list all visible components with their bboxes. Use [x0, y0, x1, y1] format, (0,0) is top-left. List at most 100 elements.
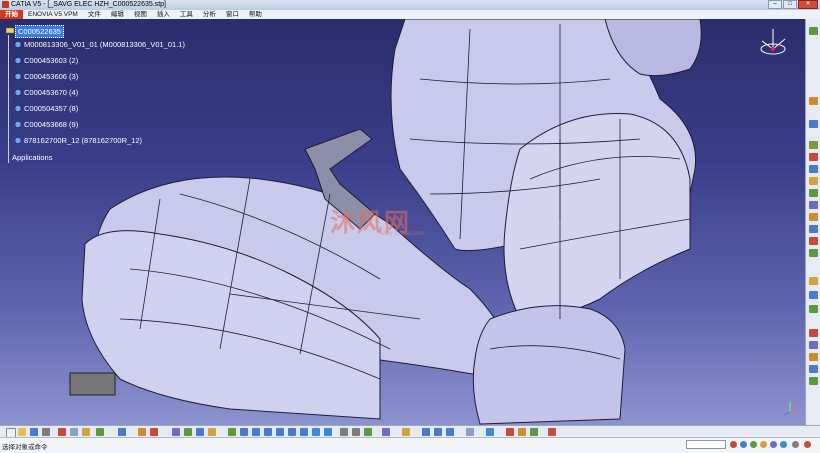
toolbar-tool-icon[interactable] — [809, 120, 818, 128]
status-icon[interactable] — [750, 441, 757, 448]
toolbar-tool-icon[interactable] — [809, 291, 818, 299]
zoom-in-icon[interactable] — [276, 428, 284, 436]
close-button[interactable]: ✕ — [798, 0, 818, 9]
toolbar-tool-icon[interactable] — [809, 189, 818, 197]
toolbar-tool-icon[interactable] — [809, 353, 818, 361]
toolbar-tool-icon[interactable] — [809, 237, 818, 245]
knowledge-icon[interactable] — [150, 428, 158, 436]
window-title: CATIA V5 - [_SAVG ELEC HZH_C000522635.st… — [11, 1, 166, 8]
menu-start[interactable]: 开始 — [0, 10, 23, 19]
menu-edit[interactable]: 编辑 — [106, 10, 129, 19]
open-icon[interactable] — [18, 428, 26, 436]
toolbar-tool-icon[interactable] — [809, 27, 818, 35]
menu-analyze[interactable]: 分析 — [198, 10, 221, 19]
part-icon — [14, 41, 22, 48]
status-icon[interactable] — [792, 441, 799, 448]
product-icon — [6, 27, 14, 34]
rail-hardware — [69, 372, 116, 396]
apply-material-icon[interactable] — [402, 428, 410, 436]
toolbar-tool-icon[interactable] — [809, 225, 818, 233]
status-icon[interactable] — [770, 441, 777, 448]
toolbar-tool-icon[interactable] — [809, 141, 818, 149]
status-icon[interactable] — [804, 441, 811, 448]
views-icon[interactable] — [312, 428, 320, 436]
toolbar-tool-icon[interactable] — [809, 153, 818, 161]
save-icon[interactable] — [30, 428, 38, 436]
measure-inertia-icon[interactable] — [446, 428, 454, 436]
paste-icon[interactable] — [82, 428, 90, 436]
tree-connector — [8, 35, 9, 163]
tree-node-label[interactable]: C000453668 (9) — [24, 119, 78, 130]
toolbar-tool-icon[interactable] — [809, 305, 818, 313]
tools-icon[interactable] — [196, 428, 204, 436]
status-icon[interactable] — [760, 441, 767, 448]
print-icon[interactable] — [42, 428, 50, 436]
toolbar-tool-icon[interactable] — [809, 377, 818, 385]
catalog-icon[interactable] — [486, 428, 494, 436]
toolbar-tool-icon[interactable] — [809, 165, 818, 173]
cut-icon[interactable] — [58, 428, 66, 436]
constraint-icon[interactable] — [506, 428, 514, 436]
tree-root-label[interactable]: C000522635 — [15, 25, 64, 38]
menu-tools[interactable]: 工具 — [175, 10, 198, 19]
toolbar-tool-icon[interactable] — [809, 201, 818, 209]
status-bar: 选择对象或命令 — [0, 437, 820, 453]
menu-view[interactable]: 视图 — [129, 10, 152, 19]
toolbar-tool-icon[interactable] — [809, 249, 818, 257]
toolbar-tool-icon[interactable] — [809, 97, 818, 105]
camera-icon[interactable] — [382, 428, 390, 436]
zoom-out-icon[interactable] — [288, 428, 296, 436]
hyperlink-icon[interactable] — [466, 428, 474, 436]
toolbar-tool-icon[interactable] — [809, 329, 818, 337]
tools-icon[interactable] — [184, 428, 192, 436]
toolbar-tool-icon[interactable] — [809, 277, 818, 285]
measure-between-icon[interactable] — [422, 428, 430, 436]
tree-node-label[interactable]: 878162700R_12 (878162700R_12) — [24, 135, 142, 146]
menu-enovia[interactable]: ENOVIA V5 VPM — [23, 10, 83, 19]
what-is-this-icon[interactable] — [118, 428, 126, 436]
update-icon[interactable] — [548, 428, 556, 436]
tree-node-label[interactable]: C000453603 (2) — [24, 55, 78, 66]
formula-icon[interactable] — [138, 428, 146, 436]
hide-show-icon[interactable] — [340, 428, 348, 436]
swap-space-icon[interactable] — [352, 428, 360, 436]
status-icon[interactable] — [740, 441, 747, 448]
menu-file[interactable]: 文件 — [83, 10, 106, 19]
tree-applications-label[interactable]: Applications — [12, 152, 52, 163]
menu-window[interactable]: 窗口 — [221, 10, 244, 19]
tree-node-label[interactable]: C000453606 (3) — [24, 71, 78, 82]
undo-icon[interactable] — [96, 428, 104, 436]
command-input[interactable] — [686, 440, 726, 449]
constraint-icon[interactable] — [518, 428, 526, 436]
normal-view-icon[interactable] — [300, 428, 308, 436]
menu-insert[interactable]: 插入 — [152, 10, 175, 19]
fly-mode-icon[interactable] — [228, 428, 236, 436]
render-style-icon[interactable] — [324, 428, 332, 436]
copy-icon[interactable] — [70, 428, 78, 436]
part-icon — [14, 105, 22, 112]
rotate-icon[interactable] — [264, 428, 272, 436]
toolbar-tool-icon[interactable] — [809, 213, 818, 221]
3d-viewport[interactable]: C000522635 M000813306_V01_01 (M000813306… — [0, 19, 805, 425]
measure-icon[interactable] — [364, 428, 372, 436]
fit-all-icon[interactable] — [240, 428, 248, 436]
tree-node-label[interactable]: C000453670 (4) — [24, 87, 78, 98]
tools-icon[interactable] — [172, 428, 180, 436]
menu-help[interactable]: 帮助 — [244, 10, 267, 19]
toolbar-tool-icon[interactable] — [809, 365, 818, 373]
toolbar-tool-icon[interactable] — [809, 177, 818, 185]
compass-icon[interactable] — [758, 25, 788, 59]
part-icon — [14, 57, 22, 64]
status-icon[interactable] — [730, 441, 737, 448]
tools-icon[interactable] — [208, 428, 216, 436]
window-controls: – □ ✕ — [768, 0, 818, 10]
pan-icon[interactable] — [252, 428, 260, 436]
toolbar-tool-icon[interactable] — [809, 341, 818, 349]
tree-node-label[interactable]: M000813306_V01_01 (M000813306_V01_01.1) — [24, 39, 185, 50]
status-icon[interactable] — [780, 441, 787, 448]
maximize-button[interactable]: □ — [783, 0, 797, 9]
measure-item-icon[interactable] — [434, 428, 442, 436]
constraint-icon[interactable] — [530, 428, 538, 436]
tree-node-label[interactable]: C000504357 (8) — [24, 103, 78, 114]
minimize-button[interactable]: – — [768, 0, 782, 9]
